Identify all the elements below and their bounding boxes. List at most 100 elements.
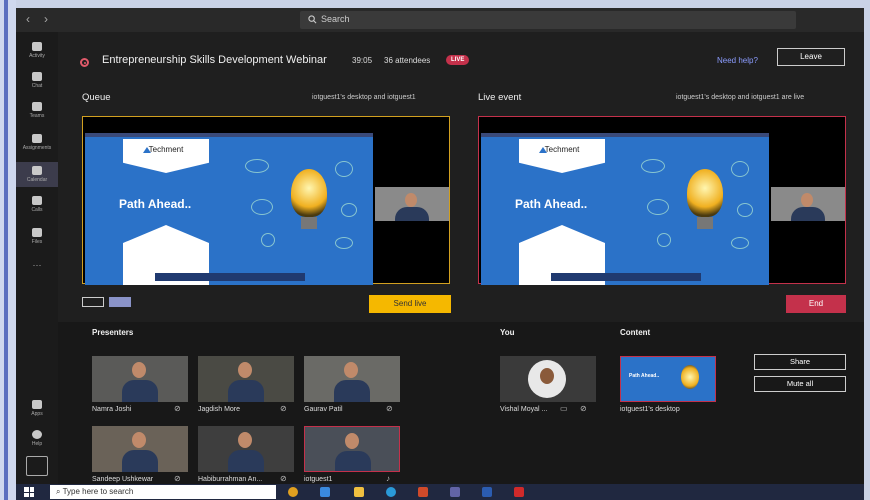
layout-single-button[interactable] (82, 297, 104, 307)
content-name: iotguest1's desktop (620, 406, 680, 413)
rail-files[interactable]: Files (16, 228, 58, 245)
techment-logo: Techment (519, 139, 605, 173)
you-label: You (500, 328, 515, 337)
mic-muted-icon: ⊘ (174, 474, 181, 483)
lightbulb-icon (291, 169, 327, 217)
doodle-icon (335, 237, 353, 249)
rail-label: Teams (29, 113, 45, 119)
search-input[interactable]: Search (300, 11, 796, 29)
rail-help[interactable]: Help (16, 430, 58, 447)
chart-doodle-icon (251, 199, 273, 215)
queue-preview[interactable]: Techment Path Ahead.. (82, 116, 450, 285)
title-bar: ‹ › Search (16, 8, 864, 32)
search-placeholder: Search (321, 14, 350, 24)
rail-label: Calendar (26, 177, 48, 183)
mic-muted-icon: ⊘ (280, 474, 287, 483)
chat-icon (32, 72, 42, 81)
avatar (528, 360, 566, 398)
screenshot: ‹ › Search Activity Chat Teams Assignmen… (0, 0, 870, 500)
recording-icon (80, 58, 89, 67)
live-event-subtitle: iotguest1's desktop and iotguest1 are li… (676, 94, 805, 101)
queue-title: Queue (82, 92, 111, 103)
presenter-tile[interactable] (92, 356, 188, 402)
need-help-link[interactable]: Need help? (717, 56, 758, 65)
windows-start-icon[interactable] (24, 487, 34, 497)
doodle-icon (245, 159, 269, 173)
phone-icon (32, 196, 42, 205)
rail-assignments[interactable]: Assignments (16, 134, 58, 151)
help-icon (32, 430, 42, 439)
doodle-icon (335, 161, 353, 177)
shared-slide: Techment Path Ahead.. (85, 133, 373, 285)
brand-name: Techment (148, 145, 184, 154)
back-arrow-icon[interactable]: ‹ (26, 12, 30, 26)
calendar-icon (32, 166, 42, 175)
taskbar-search-input[interactable]: ⌕ Type here to search (50, 485, 276, 499)
folder-icon[interactable] (354, 487, 364, 497)
assignments-icon (32, 134, 42, 143)
slide-heading: Path Ahead.. (119, 197, 192, 211)
search-icon (308, 15, 317, 24)
chrome-icon[interactable] (288, 487, 298, 497)
slide-taskbar (551, 273, 701, 281)
shared-slide: Techment Path Ahead.. (481, 133, 769, 285)
lightbulb-icon (687, 169, 723, 217)
doodle-icon (731, 161, 749, 177)
presenter-name: Sandeep Ushkewar (92, 476, 154, 483)
rail-chat[interactable]: Chat (16, 72, 58, 89)
teams-icon[interactable] (450, 487, 460, 497)
rail-label: Activity (29, 53, 45, 59)
chart-doodle-icon (647, 199, 669, 215)
device-icon[interactable] (26, 456, 48, 476)
rail-activity[interactable]: Activity (16, 42, 58, 59)
apps-icon (32, 400, 42, 409)
presenter-tile[interactable] (198, 426, 294, 472)
mail-icon[interactable] (320, 487, 330, 497)
you-tile[interactable] (500, 356, 596, 402)
app-rail: Activity Chat Teams Assignments Calendar… (16, 32, 58, 484)
mic-muted-icon: ⊘ (174, 404, 181, 413)
live-preview[interactable]: Techment Path Ahead.. (478, 116, 846, 285)
presenter-tile[interactable] (304, 356, 400, 402)
word-icon[interactable] (482, 487, 492, 497)
presenter-name: Habiburrahman An... (198, 476, 263, 483)
layout-side-by-side-button[interactable] (109, 297, 131, 307)
mic-muted-icon: ⊘ (280, 404, 287, 413)
presenter-name: iotguest1 (304, 476, 333, 483)
presenter-tile[interactable] (198, 356, 294, 402)
content-tile[interactable]: Path Ahead.. (620, 356, 716, 402)
taskbar-search-placeholder: Type here to search (62, 487, 134, 496)
share-button[interactable]: Share (754, 354, 846, 370)
pie-doodle-icon (261, 233, 275, 247)
rail-teams[interactable]: Teams (16, 102, 58, 119)
powerpoint-icon[interactable] (418, 487, 428, 497)
mic-muted-icon: ⊘ (386, 404, 393, 413)
windows-taskbar: ⌕ Type here to search (16, 484, 864, 500)
rail-apps[interactable]: Apps (16, 400, 58, 417)
presenter-name: Jagdish More (198, 406, 241, 413)
live-event-title: Live event (478, 92, 522, 103)
teams-window: ‹ › Search Activity Chat Teams Assignmen… (16, 8, 864, 484)
rail-calls[interactable]: Calls (16, 196, 58, 213)
camera-off-icon: ▭ (560, 404, 568, 413)
leave-button[interactable]: Leave (777, 48, 845, 66)
file-icon (32, 228, 42, 237)
mute-all-button[interactable]: Mute all (754, 376, 846, 392)
presenter-name: Namra Joshi (92, 406, 132, 413)
participants-area: Presenters You Content Namra Joshi ⊘ Jag… (58, 322, 864, 484)
attendee-count: 36 attendees (384, 56, 431, 65)
rail-calendar[interactable]: Calendar (16, 162, 58, 187)
rail-more[interactable]: ··· (16, 260, 58, 270)
edge-icon[interactable] (386, 487, 396, 497)
presenter-tile-speaking[interactable] (304, 426, 400, 472)
forward-arrow-icon[interactable]: › (44, 12, 48, 26)
slide-heading: Path Ahead.. (515, 197, 588, 211)
presenter-tile[interactable] (92, 426, 188, 472)
end-button[interactable]: End (786, 295, 846, 313)
techment-logo: Techment (123, 139, 209, 173)
left-border (0, 0, 16, 500)
teams-icon (32, 102, 42, 111)
send-live-button[interactable]: Send live (369, 295, 451, 313)
rail-label: Apps (31, 411, 43, 417)
pdf-icon[interactable] (514, 487, 524, 497)
